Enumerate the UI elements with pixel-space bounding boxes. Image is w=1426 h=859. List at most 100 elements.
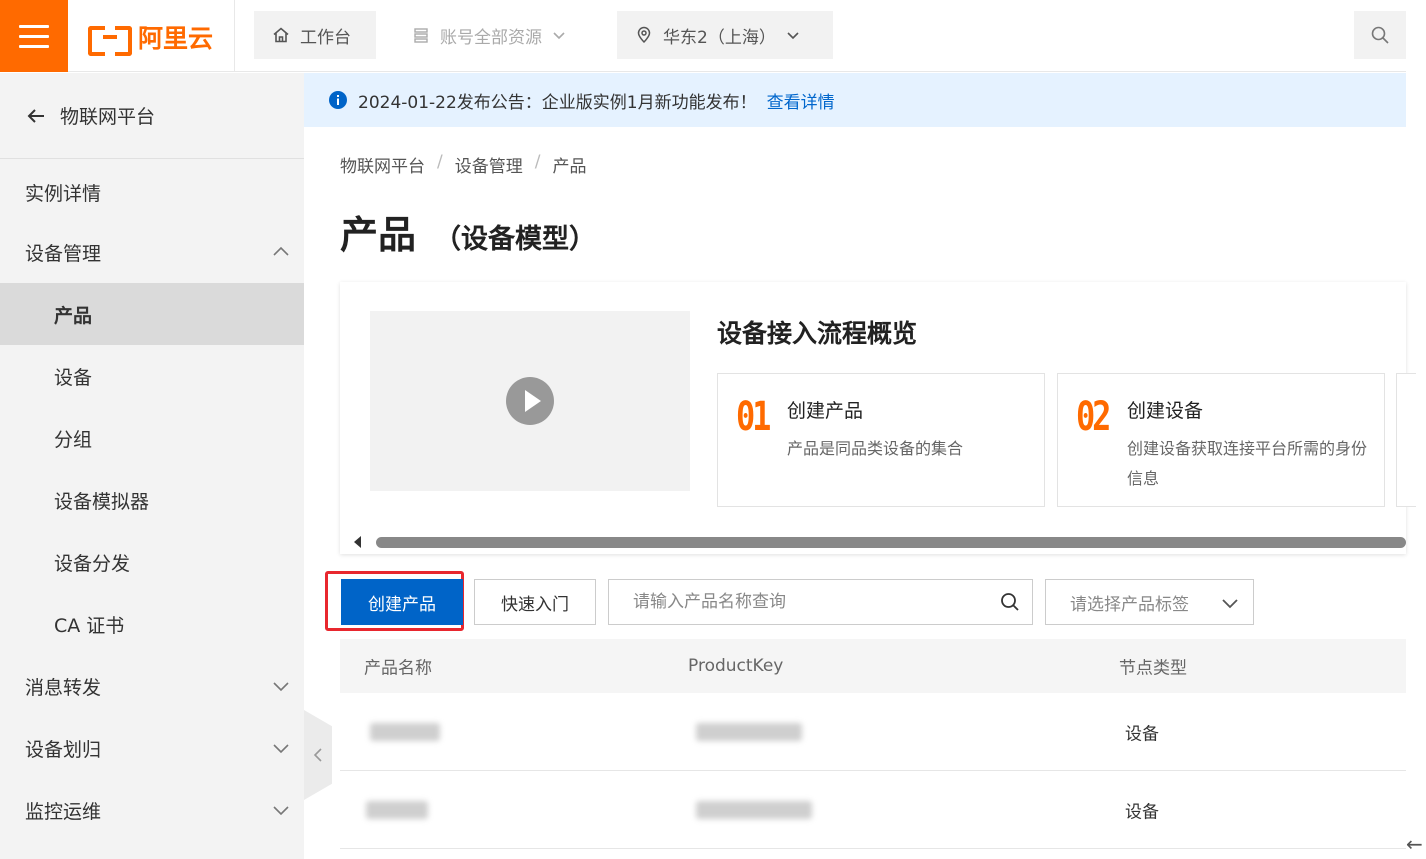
sidebar-item-instance-details[interactable]: 实例详情: [0, 161, 304, 223]
home-icon: [273, 27, 289, 43]
location-icon: [637, 26, 651, 44]
sidebar-item-device-distribution[interactable]: 设备分发: [0, 531, 304, 593]
sidebar-item-label: CA 证书: [54, 614, 125, 637]
region-dropdown[interactable]: 华东2（上海）: [617, 11, 833, 59]
flow-title: 设备接入流程概览: [717, 319, 918, 348]
tag-select-placeholder: 请选择产品标签: [1070, 594, 1189, 615]
sidebar-item-label: 产品: [54, 304, 93, 327]
column-header-node-type: 节点类型: [1119, 658, 1187, 679]
page-title-main: 产品: [340, 213, 417, 257]
scroll-left-arrow-icon[interactable]: [354, 536, 361, 548]
arrow-left-icon: [27, 108, 44, 123]
info-icon: [329, 91, 347, 109]
flow-step-next-partial[interactable]: [1396, 373, 1416, 507]
announcement-text: 2024-01-22发布公告：企业版实例1月新功能发布！: [358, 92, 757, 113]
sidebar-item-device-assignment[interactable]: 设备划归: [0, 717, 304, 779]
chevron-down-icon: [553, 32, 565, 40]
region-label: 华东2（上海）: [663, 27, 776, 48]
product-tag-select[interactable]: 请选择产品标签: [1045, 579, 1254, 625]
sidebar-back-label: 物联网平台: [60, 106, 156, 128]
resources-icon: [414, 28, 428, 43]
chevron-down-icon: [273, 806, 289, 816]
redacted-productkey: [696, 722, 802, 741]
sidebar-item-device-management[interactable]: 设备管理: [0, 221, 304, 283]
menu-icon[interactable]: [0, 0, 68, 72]
chevron-down-icon: [787, 32, 799, 40]
breadcrumb-separator: /: [534, 152, 541, 172]
table-row[interactable]: 设备: [340, 693, 1406, 771]
breadcrumb: 物联网平台 / 设备管理 / 产品: [340, 152, 586, 177]
breadcrumb-separator: /: [437, 152, 443, 172]
step-number: 02: [1076, 394, 1111, 440]
step-number: 01: [736, 394, 771, 440]
page-title-subtitle: （设备模型）: [434, 224, 597, 255]
chevron-down-icon: [273, 744, 289, 754]
search-icon[interactable]: [1000, 592, 1020, 612]
create-product-button[interactable]: 创建产品: [341, 579, 463, 625]
chevron-up-icon: [273, 246, 289, 256]
sidebar-item-devices[interactable]: 设备: [0, 345, 304, 407]
sidebar-back-link[interactable]: 物联网平台: [0, 73, 304, 159]
resources-label: 账号全部资源: [440, 27, 542, 48]
node-type-cell: 设备: [1125, 724, 1159, 744]
redacted-productkey: [696, 800, 812, 819]
redacted-product-name[interactable]: [370, 722, 440, 741]
play-icon[interactable]: [506, 377, 554, 425]
sidebar-item-ca-certificates[interactable]: CA 证书: [0, 593, 304, 655]
column-header-productkey: ProductKey: [688, 656, 784, 676]
resources-dropdown[interactable]: 账号全部资源: [394, 11, 598, 59]
logo-text: 阿里云: [138, 24, 214, 53]
sidebar-item-label: 消息转发: [25, 676, 102, 699]
sidebar-item-message-forwarding[interactable]: 消息转发: [0, 655, 304, 717]
onboarding-flow-card: 设备接入流程概览 01 创建产品 产品是同品类设备的集合 02 创建设备 创建设…: [340, 282, 1416, 554]
aliyun-logo-icon: [88, 26, 132, 56]
sidebar-item-label: 分组: [54, 428, 93, 451]
announcement-banner: 2024-01-22发布公告：企业版实例1月新功能发布！ 查看详情: [304, 73, 1406, 127]
product-search-box: [608, 579, 1033, 625]
chevron-left-icon: [313, 748, 322, 762]
step-description: 产品是同品类设备的集合: [787, 439, 964, 458]
sidebar: 物联网平台 实例详情 设备管理 产品 设备 分组 设备模拟器 设备分发 CA 证…: [0, 73, 304, 859]
sidebar-item-label: 设备管理: [25, 242, 102, 265]
breadcrumb-item-current: 产品: [552, 157, 587, 177]
chevron-down-icon: [1222, 599, 1238, 609]
table-header: 产品名称 ProductKey 节点类型: [340, 639, 1406, 693]
aliyun-logo[interactable]: 阿里云: [88, 20, 214, 56]
flow-step-create-device[interactable]: 02 创建设备 创建设备获取连接平台所需的身份信息: [1057, 373, 1385, 507]
sidebar-item-monitoring-ops[interactable]: 监控运维: [0, 779, 304, 841]
step-description: 创建设备获取连接平台所需的身份信息: [1127, 439, 1368, 488]
page-title: 产品 （设备模型）: [340, 204, 596, 259]
breadcrumb-item[interactable]: 设备管理: [455, 152, 523, 177]
sidebar-collapse-toggle[interactable]: [304, 710, 332, 800]
sidebar-item-device-simulator[interactable]: 设备模拟器: [0, 469, 304, 531]
divider: [234, 0, 235, 72]
sidebar-item-label: 设备划归: [25, 738, 102, 761]
sidebar-item-label: 设备分发: [54, 552, 131, 575]
global-search-button[interactable]: [1354, 11, 1406, 59]
node-type-cell: 设备: [1125, 802, 1159, 822]
intro-video[interactable]: [370, 311, 690, 491]
sidebar-item-label: 设备: [54, 366, 93, 389]
search-icon: [1371, 26, 1389, 44]
sidebar-item-label: 设备模拟器: [54, 490, 150, 513]
sidebar-item-label: 实例详情: [25, 182, 102, 205]
announcement-details-link[interactable]: 查看详情: [767, 88, 835, 113]
workbench-button[interactable]: 工作台: [254, 11, 376, 59]
workbench-label: 工作台: [300, 27, 351, 48]
breadcrumb-item[interactable]: 物联网平台: [340, 152, 425, 177]
sidebar-item-groups[interactable]: 分组: [0, 407, 304, 469]
step-name: 创建设备: [1127, 400, 1204, 422]
sidebar-item-label: 监控运维: [25, 800, 102, 823]
horizontal-scrollbar[interactable]: [376, 537, 1406, 548]
chevron-down-icon: [273, 682, 289, 692]
arrow-left-icon[interactable]: ←: [1406, 832, 1423, 856]
column-header-product-name: 产品名称: [364, 658, 432, 679]
redacted-product-name[interactable]: [366, 800, 428, 819]
quick-start-button[interactable]: 快速入门: [474, 579, 596, 625]
step-name: 创建产品: [787, 400, 864, 422]
flow-step-create-product[interactable]: 01 创建产品 产品是同品类设备的集合: [717, 373, 1045, 507]
sidebar-item-products[interactable]: 产品: [0, 283, 304, 345]
product-search-input[interactable]: [609, 580, 989, 624]
table-row[interactable]: 设备: [340, 771, 1406, 849]
product-table: 产品名称 ProductKey 节点类型 设备 设备: [340, 639, 1406, 849]
